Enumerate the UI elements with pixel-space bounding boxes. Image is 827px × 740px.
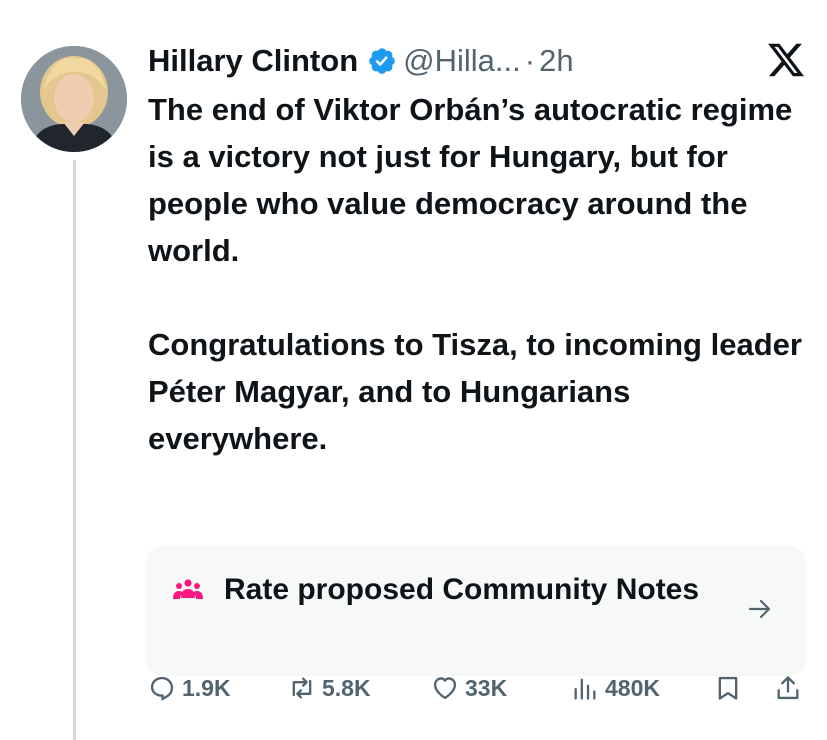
tweet-timestamp[interactable]: 2h [539,43,573,79]
like-count: 33K [465,674,508,701]
author-name[interactable]: Hillary Clinton [148,43,358,79]
share-icon[interactable] [774,674,802,702]
author-handle[interactable]: @Hilla... [403,43,521,79]
reply-count: 1.9K [182,674,231,701]
views-button[interactable]: 480K [571,670,660,706]
repost-icon [292,677,312,699]
header-separator: · [524,43,536,78]
community-notes-icon [173,579,203,599]
community-notes-card[interactable]: Rate proposed Community Notes [146,546,806,676]
tweet-header: Hillary Clinton @Hilla... · 2h [148,41,574,81]
arrow-right-icon [748,599,771,619]
action-bar: 1.9K 5.8K 33K 480K [148,670,818,706]
views-icon [574,678,596,700]
repost-count: 5.8K [322,674,371,701]
reply-icon [150,676,174,701]
repost-button[interactable]: 5.8K [288,670,371,706]
heart-icon [433,677,457,700]
views-count: 480K [605,674,660,701]
reply-button[interactable]: 1.9K [148,670,231,706]
verified-badge-icon [369,48,395,74]
tweet-paragraph: Congratulations to Tisza, to incoming le… [148,327,802,456]
x-logo-icon [768,43,805,77]
bookmark-icon[interactable] [714,674,742,702]
like-button[interactable]: 33K [431,670,507,706]
tweet-text: The end of Viktor Orbán’s autocratic reg… [148,86,808,462]
community-notes-label: Rate proposed Community Notes [224,573,700,606]
avatar[interactable] [21,46,127,152]
thread-line [73,160,76,740]
tweet-paragraph: The end of Viktor Orbán’s autocratic reg… [148,92,793,268]
